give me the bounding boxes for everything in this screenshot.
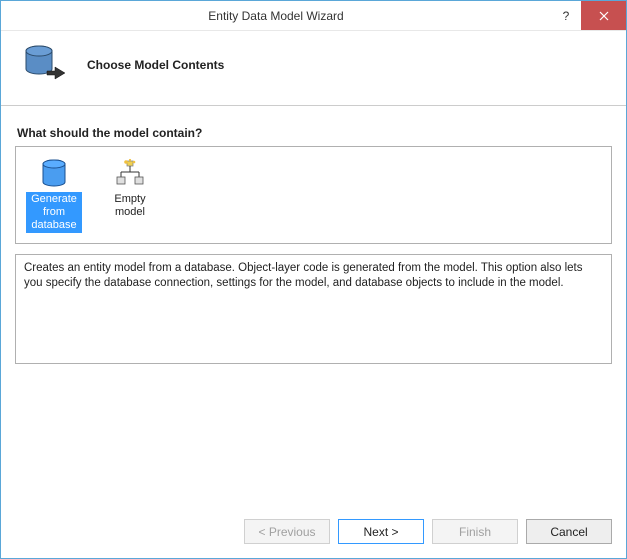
option-description: Creates an entity model from a database.… <box>15 254 612 364</box>
finish-button: Finish <box>432 519 518 544</box>
titlebar-buttons: ? <box>551 1 626 30</box>
empty-model-icon <box>114 157 146 189</box>
section-question: What should the model contain? <box>17 126 612 140</box>
next-button[interactable]: Next > <box>338 519 424 544</box>
database-icon <box>21 41 69 89</box>
help-button[interactable]: ? <box>551 1 581 30</box>
wizard-footer: < Previous Next > Finish Cancel <box>1 509 626 558</box>
cancel-button[interactable]: Cancel <box>526 519 612 544</box>
wizard-header: Choose Model Contents <box>1 31 626 106</box>
database-cylinder-icon <box>38 157 70 189</box>
option-empty-model[interactable]: Empty model <box>100 155 160 222</box>
wizard-content: What should the model contain? Generate … <box>1 106 626 378</box>
window-title: Entity Data Model Wizard <box>1 9 551 23</box>
option-generate-from-database[interactable]: Generate from database <box>24 155 84 235</box>
model-options: Generate from database Empty model <box>15 146 612 244</box>
option-label: Generate from database <box>26 192 82 233</box>
option-label: Empty model <box>102 192 158 220</box>
close-button[interactable] <box>581 1 626 30</box>
previous-button: < Previous <box>244 519 330 544</box>
wizard-heading: Choose Model Contents <box>87 58 224 72</box>
titlebar: Entity Data Model Wizard ? <box>1 1 626 31</box>
help-icon: ? <box>563 9 570 23</box>
close-icon <box>599 11 609 21</box>
